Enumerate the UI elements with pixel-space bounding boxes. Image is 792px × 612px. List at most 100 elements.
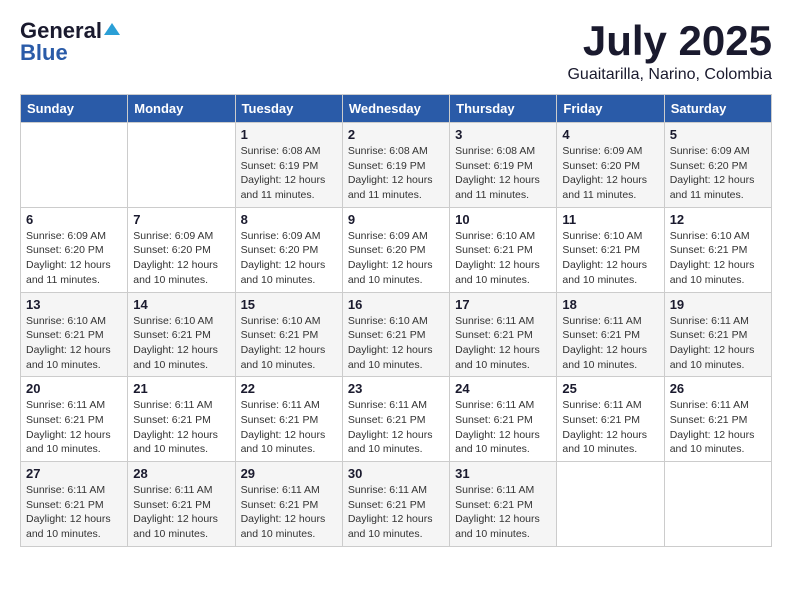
calendar-cell: 9 Sunrise: 6:09 AM Sunset: 6:20 PM Daylig… bbox=[342, 207, 449, 292]
day-number: 29 bbox=[241, 466, 337, 481]
day-number: 4 bbox=[562, 127, 658, 142]
calendar-cell: 1 Sunrise: 6:08 AM Sunset: 6:19 PM Daylig… bbox=[235, 123, 342, 208]
weekday-header-sunday: Sunday bbox=[21, 95, 128, 123]
day-number: 10 bbox=[455, 212, 551, 227]
calendar-cell: 30 Sunrise: 6:11 AM Sunset: 6:21 PM Dayli… bbox=[342, 462, 449, 547]
calendar-cell: 10 Sunrise: 6:10 AM Sunset: 6:21 PM Dayli… bbox=[450, 207, 557, 292]
day-number: 27 bbox=[26, 466, 122, 481]
day-info: Sunrise: 6:10 AM Sunset: 6:21 PM Dayligh… bbox=[670, 229, 766, 288]
calendar-week-row: 27 Sunrise: 6:11 AM Sunset: 6:21 PM Dayli… bbox=[21, 462, 772, 547]
calendar-cell bbox=[21, 123, 128, 208]
calendar-header: SundayMondayTuesdayWednesdayThursdayFrid… bbox=[21, 95, 772, 123]
calendar-body: 1 Sunrise: 6:08 AM Sunset: 6:19 PM Daylig… bbox=[21, 123, 772, 547]
day-number: 7 bbox=[133, 212, 229, 227]
weekday-header-thursday: Thursday bbox=[450, 95, 557, 123]
logo-icon bbox=[104, 21, 120, 37]
logo: General Blue bbox=[20, 20, 120, 64]
day-info: Sunrise: 6:11 AM Sunset: 6:21 PM Dayligh… bbox=[455, 314, 551, 373]
calendar-cell bbox=[664, 462, 771, 547]
day-number: 19 bbox=[670, 297, 766, 312]
calendar-week-row: 20 Sunrise: 6:11 AM Sunset: 6:21 PM Dayli… bbox=[21, 377, 772, 462]
weekday-header-row: SundayMondayTuesdayWednesdayThursdayFrid… bbox=[21, 95, 772, 123]
day-info: Sunrise: 6:11 AM Sunset: 6:21 PM Dayligh… bbox=[348, 483, 444, 542]
calendar-cell: 3 Sunrise: 6:08 AM Sunset: 6:19 PM Daylig… bbox=[450, 123, 557, 208]
day-info: Sunrise: 6:08 AM Sunset: 6:19 PM Dayligh… bbox=[348, 144, 444, 203]
day-number: 31 bbox=[455, 466, 551, 481]
day-number: 8 bbox=[241, 212, 337, 227]
day-info: Sunrise: 6:11 AM Sunset: 6:21 PM Dayligh… bbox=[26, 398, 122, 457]
day-number: 22 bbox=[241, 381, 337, 396]
month-title: July 2025 bbox=[567, 20, 772, 62]
calendar-cell: 22Sunrise: 6:11 AM Sunset: 6:21 PM Dayli… bbox=[235, 377, 342, 462]
calendar-cell: 11 Sunrise: 6:10 AM Sunset: 6:21 PM Dayli… bbox=[557, 207, 664, 292]
day-number: 2 bbox=[348, 127, 444, 142]
day-info: Sunrise: 6:08 AM Sunset: 6:19 PM Dayligh… bbox=[455, 144, 551, 203]
day-number: 1 bbox=[241, 127, 337, 142]
weekday-header-tuesday: Tuesday bbox=[235, 95, 342, 123]
day-info: Sunrise: 6:11 AM Sunset: 6:21 PM Dayligh… bbox=[133, 398, 229, 457]
weekday-header-saturday: Saturday bbox=[664, 95, 771, 123]
day-info: Sunrise: 6:11 AM Sunset: 6:21 PM Dayligh… bbox=[670, 398, 766, 457]
calendar-cell: 17Sunrise: 6:11 AM Sunset: 6:21 PM Dayli… bbox=[450, 292, 557, 377]
calendar-cell: 13 Sunrise: 6:10 AM Sunset: 6:21 PM Dayli… bbox=[21, 292, 128, 377]
day-number: 21 bbox=[133, 381, 229, 396]
title-block: July 2025 Guaitarilla, Narino, Colombia bbox=[567, 20, 772, 84]
day-info: Sunrise: 6:10 AM Sunset: 6:21 PM Dayligh… bbox=[348, 314, 444, 373]
day-info: Sunrise: 6:10 AM Sunset: 6:21 PM Dayligh… bbox=[26, 314, 122, 373]
calendar-cell: 27 Sunrise: 6:11 AM Sunset: 6:21 PM Dayli… bbox=[21, 462, 128, 547]
calendar-cell: 19 Sunrise: 6:11 AM Sunset: 6:21 PM Dayli… bbox=[664, 292, 771, 377]
day-info: Sunrise: 6:09 AM Sunset: 6:20 PM Dayligh… bbox=[133, 229, 229, 288]
day-info: Sunrise: 6:11 AM Sunset: 6:21 PM Dayligh… bbox=[562, 314, 658, 373]
day-info: Sunrise: 6:10 AM Sunset: 6:21 PM Dayligh… bbox=[133, 314, 229, 373]
day-info: Sunrise: 6:09 AM Sunset: 6:20 PM Dayligh… bbox=[26, 229, 122, 288]
logo-general-text: General bbox=[20, 20, 102, 42]
day-number: 6 bbox=[26, 212, 122, 227]
day-info: Sunrise: 6:11 AM Sunset: 6:21 PM Dayligh… bbox=[455, 398, 551, 457]
calendar-cell: 31 Sunrise: 6:11 AM Sunset: 6:21 PM Dayli… bbox=[450, 462, 557, 547]
day-number: 3 bbox=[455, 127, 551, 142]
day-number: 12 bbox=[670, 212, 766, 227]
day-number: 11 bbox=[562, 212, 658, 227]
day-number: 13 bbox=[26, 297, 122, 312]
day-info: Sunrise: 6:10 AM Sunset: 6:21 PM Dayligh… bbox=[455, 229, 551, 288]
day-number: 24 bbox=[455, 381, 551, 396]
day-info: Sunrise: 6:08 AM Sunset: 6:19 PM Dayligh… bbox=[241, 144, 337, 203]
page-header: General Blue July 2025 Guaitarilla, Nari… bbox=[20, 20, 772, 84]
calendar-cell: 18 Sunrise: 6:11 AM Sunset: 6:21 PM Dayli… bbox=[557, 292, 664, 377]
calendar-cell: 4 Sunrise: 6:09 AM Sunset: 6:20 PM Daylig… bbox=[557, 123, 664, 208]
calendar-table: SundayMondayTuesdayWednesdayThursdayFrid… bbox=[20, 94, 772, 547]
weekday-header-friday: Friday bbox=[557, 95, 664, 123]
day-info: Sunrise: 6:09 AM Sunset: 6:20 PM Dayligh… bbox=[562, 144, 658, 203]
day-number: 14 bbox=[133, 297, 229, 312]
day-number: 9 bbox=[348, 212, 444, 227]
calendar-cell: 7 Sunrise: 6:09 AM Sunset: 6:20 PM Daylig… bbox=[128, 207, 235, 292]
day-info: Sunrise: 6:09 AM Sunset: 6:20 PM Dayligh… bbox=[348, 229, 444, 288]
day-number: 26 bbox=[670, 381, 766, 396]
calendar-cell bbox=[128, 123, 235, 208]
day-number: 30 bbox=[348, 466, 444, 481]
location-subtitle: Guaitarilla, Narino, Colombia bbox=[567, 66, 772, 84]
calendar-cell: 21 Sunrise: 6:11 AM Sunset: 6:21 PM Dayli… bbox=[128, 377, 235, 462]
day-info: Sunrise: 6:11 AM Sunset: 6:21 PM Dayligh… bbox=[670, 314, 766, 373]
calendar-week-row: 6 Sunrise: 6:09 AM Sunset: 6:20 PM Daylig… bbox=[21, 207, 772, 292]
calendar-cell: 12 Sunrise: 6:10 AM Sunset: 6:21 PM Dayli… bbox=[664, 207, 771, 292]
calendar-cell: 2 Sunrise: 6:08 AM Sunset: 6:19 PM Daylig… bbox=[342, 123, 449, 208]
day-number: 25 bbox=[562, 381, 658, 396]
calendar-cell: 26 Sunrise: 6:11 AM Sunset: 6:21 PM Dayli… bbox=[664, 377, 771, 462]
day-info: Sunrise: 6:10 AM Sunset: 6:21 PM Dayligh… bbox=[241, 314, 337, 373]
day-info: Sunrise: 6:11 AM Sunset: 6:21 PM Dayligh… bbox=[26, 483, 122, 542]
calendar-cell: 14 Sunrise: 6:10 AM Sunset: 6:21 PM Dayli… bbox=[128, 292, 235, 377]
calendar-cell: 15 Sunrise: 6:10 AM Sunset: 6:21 PM Dayli… bbox=[235, 292, 342, 377]
day-number: 5 bbox=[670, 127, 766, 142]
day-number: 20 bbox=[26, 381, 122, 396]
day-info: Sunrise: 6:11 AM Sunset: 6:21 PM Dayligh… bbox=[455, 483, 551, 542]
calendar-cell: 6 Sunrise: 6:09 AM Sunset: 6:20 PM Daylig… bbox=[21, 207, 128, 292]
calendar-cell: 23Sunrise: 6:11 AM Sunset: 6:21 PM Dayli… bbox=[342, 377, 449, 462]
day-info: Sunrise: 6:11 AM Sunset: 6:21 PM Dayligh… bbox=[562, 398, 658, 457]
day-info: Sunrise: 6:10 AM Sunset: 6:21 PM Dayligh… bbox=[562, 229, 658, 288]
day-number: 15 bbox=[241, 297, 337, 312]
weekday-header-wednesday: Wednesday bbox=[342, 95, 449, 123]
calendar-cell: 29Sunrise: 6:11 AM Sunset: 6:21 PM Dayli… bbox=[235, 462, 342, 547]
day-number: 18 bbox=[562, 297, 658, 312]
calendar-week-row: 13 Sunrise: 6:10 AM Sunset: 6:21 PM Dayli… bbox=[21, 292, 772, 377]
